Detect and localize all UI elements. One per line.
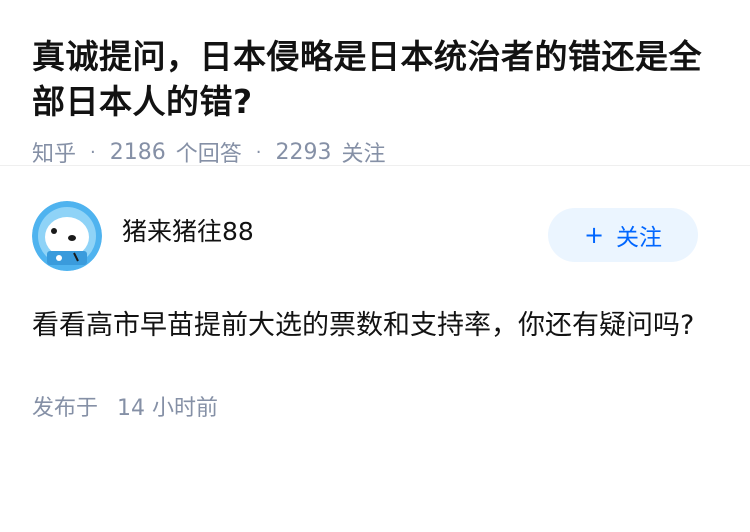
author-name[interactable]: 猪来猪往88	[122, 212, 254, 248]
published-label: 发布于	[32, 396, 99, 421]
answer-card: 猪来猪往88 + 关注 看看高市早苗提前大选的票数和支持率，你还有疑问吗? 发布…	[0, 200, 750, 422]
question-header: 真诚提问，日本侵略是日本统治者的错还是全部日本人的错? 知乎 · 2186 个回…	[0, 0, 750, 168]
author-row: 猪来猪往88 + 关注	[32, 200, 718, 272]
published-time: 14 小时前	[117, 396, 219, 421]
follower-count-label: 关注	[341, 142, 386, 167]
avatar[interactable]	[32, 201, 102, 271]
question-title[interactable]: 真诚提问，日本侵略是日本统治者的错还是全部日本人的错?	[32, 34, 718, 124]
separator-dot: ·	[90, 141, 96, 163]
polar-bear-avatar-icon	[32, 201, 102, 271]
question-meta: 知乎 · 2186 个回答 · 2293 关注	[32, 136, 718, 168]
separator-dot: ·	[255, 141, 262, 163]
answer-count-label[interactable]: 个回答	[176, 136, 242, 168]
answer-content[interactable]: 看看高市早苗提前大选的票数和支持率，你还有疑问吗?	[32, 302, 718, 350]
source-label[interactable]: 知乎	[32, 136, 76, 168]
publish-info: 发布于 14 小时前	[32, 390, 718, 422]
follow-button[interactable]: + 关注	[548, 208, 698, 262]
follower-count: 2293	[275, 139, 332, 165]
plus-icon: +	[583, 221, 605, 249]
answer-count: 2186	[109, 139, 166, 165]
follow-button-label: 关注	[616, 225, 663, 251]
